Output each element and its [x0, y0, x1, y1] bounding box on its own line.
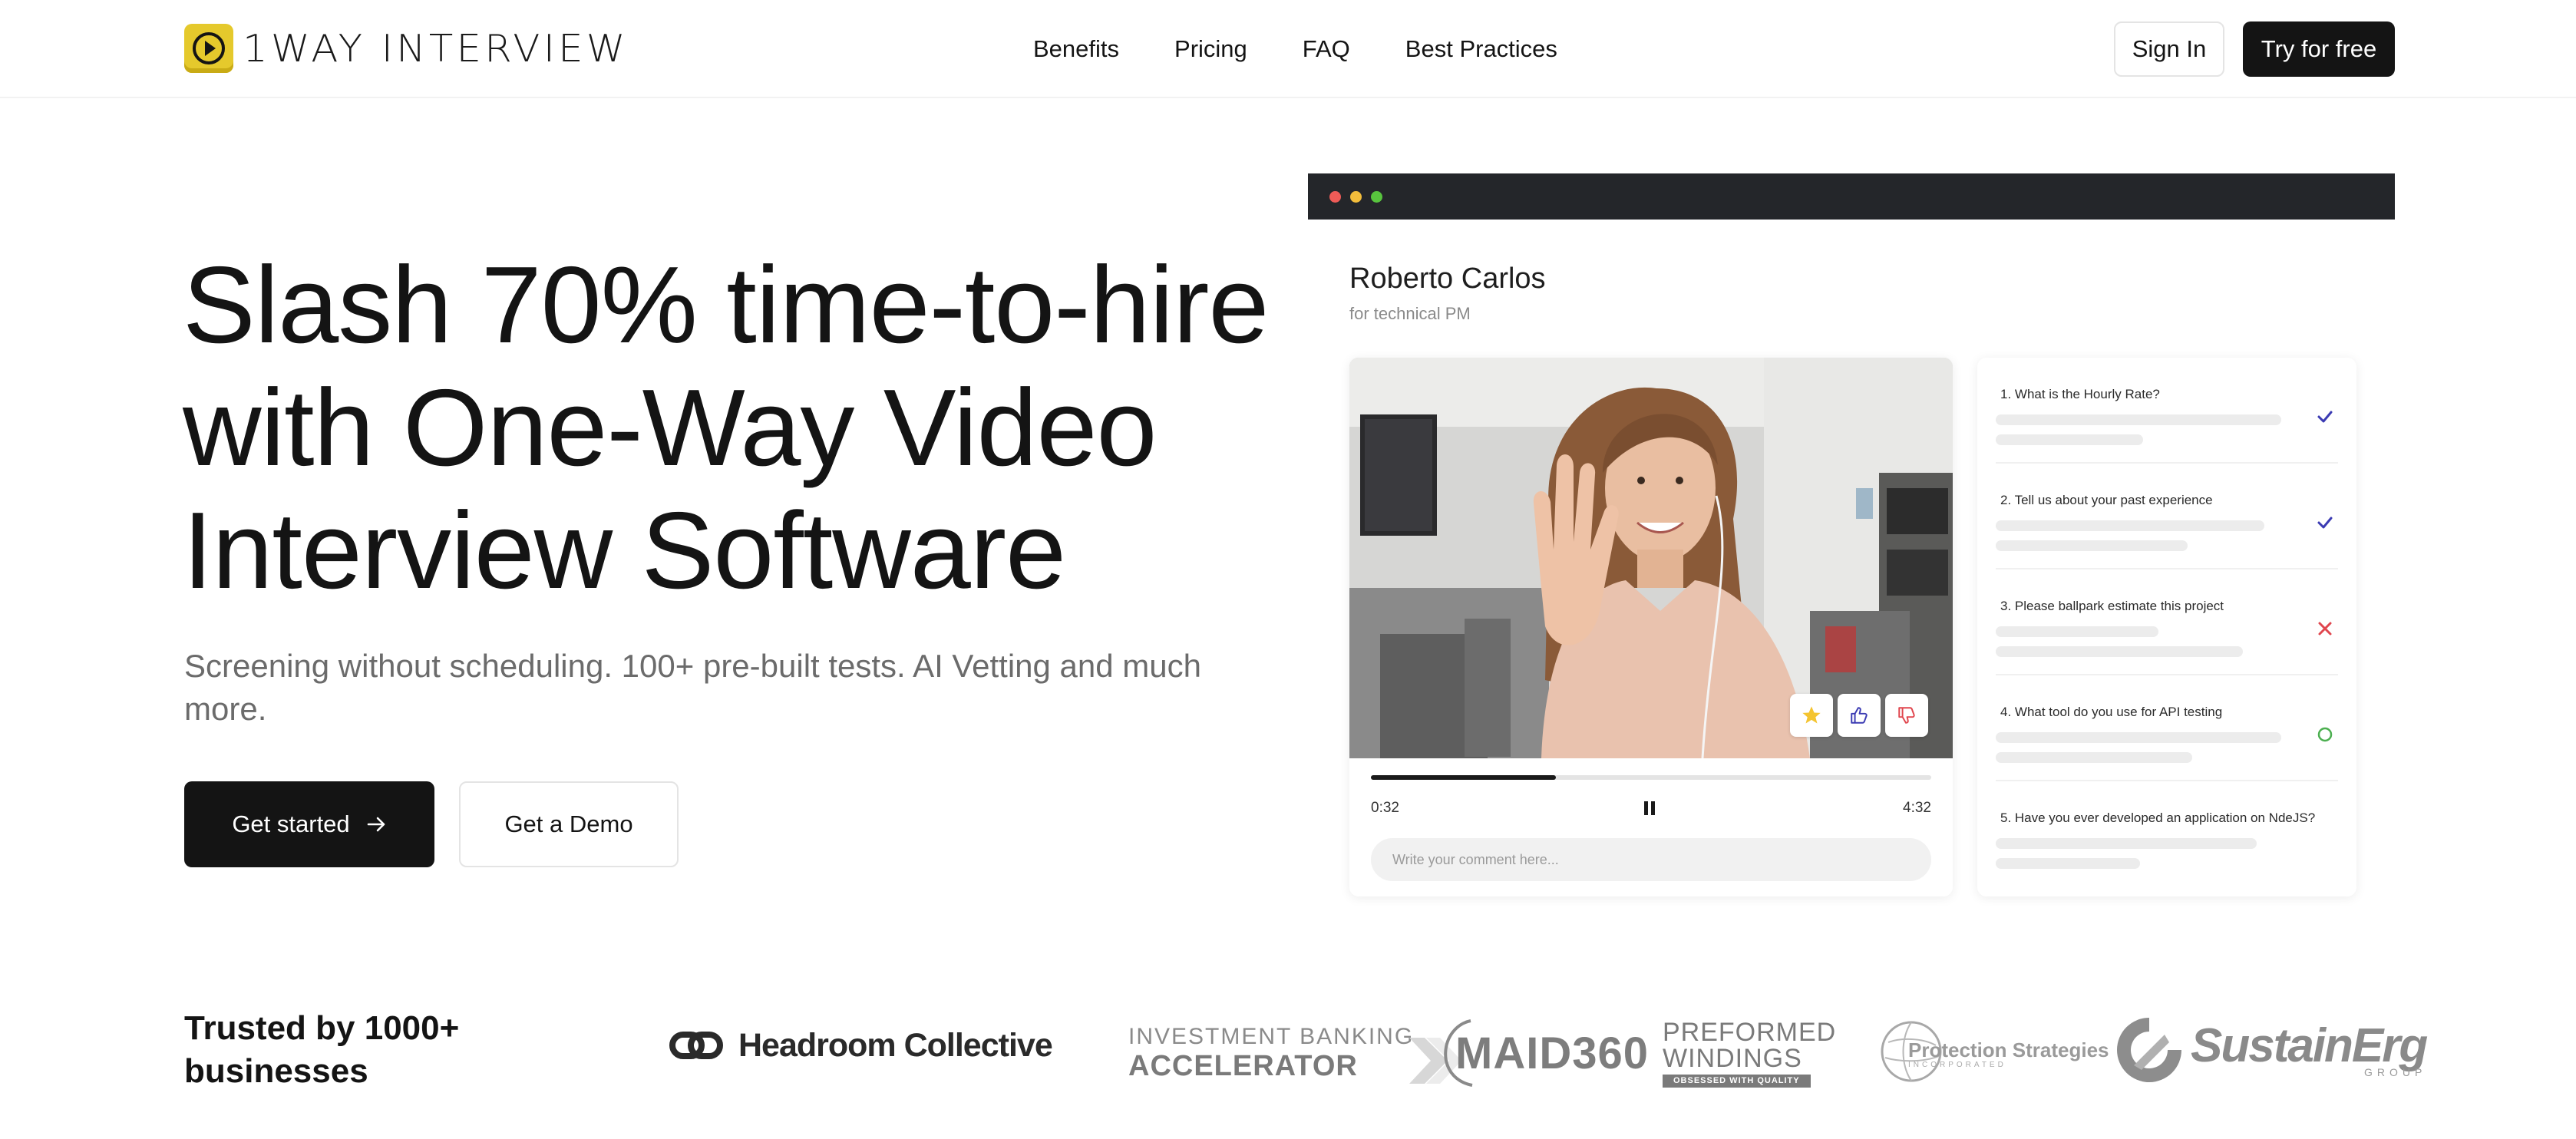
sustainerg-mark-icon: [2117, 1018, 2181, 1082]
question-text: 2. Tell us about your past experience: [2000, 493, 2213, 507]
headroom-logo-text: Headroom Collective: [738, 1026, 1053, 1064]
pending-circle-icon: [2315, 725, 2335, 744]
nav-best-practices[interactable]: Best Practices: [1405, 34, 1557, 64]
client-logos: Headroom Collective INVESTMENT BANKING A…: [660, 1002, 2428, 1101]
question-item[interactable]: 1. What is the Hourly Rate?: [1977, 358, 2356, 464]
candidate-role: for technical PM: [1349, 304, 1471, 323]
headroom-mark-icon: [669, 1032, 723, 1059]
pw-logo-tagline: OBSESSED WITH QUALITY: [1663, 1075, 1811, 1088]
video-card: 0:32 4:32: [1349, 358, 1953, 896]
ps-logo-line-2: INCORPORATED: [1908, 1061, 2006, 1069]
get-started-button[interactable]: Get started: [184, 781, 434, 867]
check-icon: [2315, 513, 2335, 533]
sign-in-button[interactable]: Sign In: [2114, 21, 2224, 77]
preformed-windings-logo: PREFORMED WINDINGS OBSESSED WITH QUALITY: [1663, 1019, 1836, 1088]
hero-title-line: Slash 70% time-to-hire: [183, 244, 1269, 366]
maid360-logo: MAID360: [1432, 1016, 1649, 1090]
thumbs-down-icon[interactable]: [1885, 694, 1928, 737]
maximize-dot-icon: [1371, 190, 1382, 203]
get-started-label: Get started: [232, 811, 350, 837]
site-header: 1WAY INTERVIEW Benefits Pricing FAQ Best…: [0, 0, 2576, 98]
logo[interactable]: 1WAY INTERVIEW: [184, 23, 626, 74]
try-free-button[interactable]: Try for free: [2243, 21, 2395, 77]
nav-faq[interactable]: FAQ: [1303, 34, 1350, 64]
question-item[interactable]: 3. Please ballpark estimate this project: [1977, 570, 2356, 675]
time-total: 4:32: [1903, 800, 1931, 816]
candidate-name: Roberto Carlos: [1349, 262, 1546, 295]
video-progress-fill: [1371, 775, 1556, 780]
headroom-collective-logo: Headroom Collective: [668, 1025, 1053, 1065]
question-text: 4. What tool do you use for API testing: [2000, 705, 2223, 719]
trusted-by-text: Trusted by 1000+ businesses: [184, 1009, 460, 1090]
pw-logo-line-2: WINDINGS: [1663, 1044, 1802, 1073]
window-titlebar: [1308, 173, 2395, 220]
hero-subtitle: Screening without scheduling. 100+ pre-b…: [184, 648, 1201, 727]
maid360-logo-text: MAID360: [1455, 1028, 1649, 1078]
close-dot-icon: [1329, 190, 1341, 203]
pause-icon[interactable]: [1644, 801, 1655, 815]
pw-logo-line-1: PREFORMED: [1663, 1018, 1837, 1047]
play-logo-icon: [184, 24, 233, 73]
hero-title: Slash 70% time-to-hire with One-Way Vide…: [183, 244, 1288, 612]
nav-pricing[interactable]: Pricing: [1174, 34, 1247, 64]
question-item[interactable]: 2. Tell us about your past experience: [1977, 464, 2356, 570]
questions-panel: 1. What is the Hourly Rate? 2. Tell us a…: [1977, 358, 2356, 896]
candidate-video[interactable]: [1349, 358, 1953, 758]
get-demo-button[interactable]: Get a Demo: [459, 781, 679, 867]
hero-title-line: Interview Software: [183, 490, 1066, 612]
main-nav: Benefits Pricing FAQ Best Practices: [1033, 34, 1613, 64]
nav-benefits[interactable]: Benefits: [1033, 34, 1119, 64]
check-icon: [2315, 407, 2335, 427]
iba-logo-line-1: INVESTMENT BANKING: [1128, 1024, 1415, 1049]
logo-text: 1WAY INTERVIEW: [243, 26, 629, 71]
question-item[interactable]: 4. What tool do you use for API testing: [1977, 675, 2356, 781]
question-text: 3. Please ballpark estimate this project: [2000, 599, 2224, 613]
cross-icon: [2315, 619, 2335, 639]
sustainerg-logo: SustainErg GROUP: [2111, 1012, 2428, 1088]
iba-logo-line-2: ACCELERATOR: [1128, 1050, 1358, 1082]
minimize-dot-icon: [1350, 190, 1362, 203]
thumbs-up-icon[interactable]: [1838, 694, 1881, 737]
question-text: 5. Have you ever developed an applicatio…: [2000, 811, 2316, 825]
question-item[interactable]: 5. Have you ever developed an applicatio…: [1977, 781, 2356, 887]
investment-banking-accelerator-logo: INVESTMENT BANKING ACCELERATOR: [1128, 1015, 1463, 1091]
video-progress-bar[interactable]: [1371, 775, 1931, 780]
app-preview-window: Roberto Carlos for technical PM 0:32 4:3…: [1308, 173, 2395, 936]
arrow-right-icon: [367, 817, 385, 832]
question-text: 1. What is the Hourly Rate?: [2000, 387, 2160, 401]
protection-strategies-logo: Protection Strategies INCORPORATED: [1878, 1015, 2109, 1088]
ps-logo-line-1: Protection Strategies: [1908, 1038, 2109, 1061]
se-logo-line-2: GROUP: [2363, 1066, 2427, 1078]
comment-input[interactable]: [1371, 838, 1931, 881]
time-current: 0:32: [1371, 800, 1399, 816]
se-logo-line-1: SustainErg: [2191, 1019, 2428, 1072]
hero-title-line: with One-Way Video: [183, 367, 1157, 489]
star-icon[interactable]: [1790, 694, 1833, 737]
